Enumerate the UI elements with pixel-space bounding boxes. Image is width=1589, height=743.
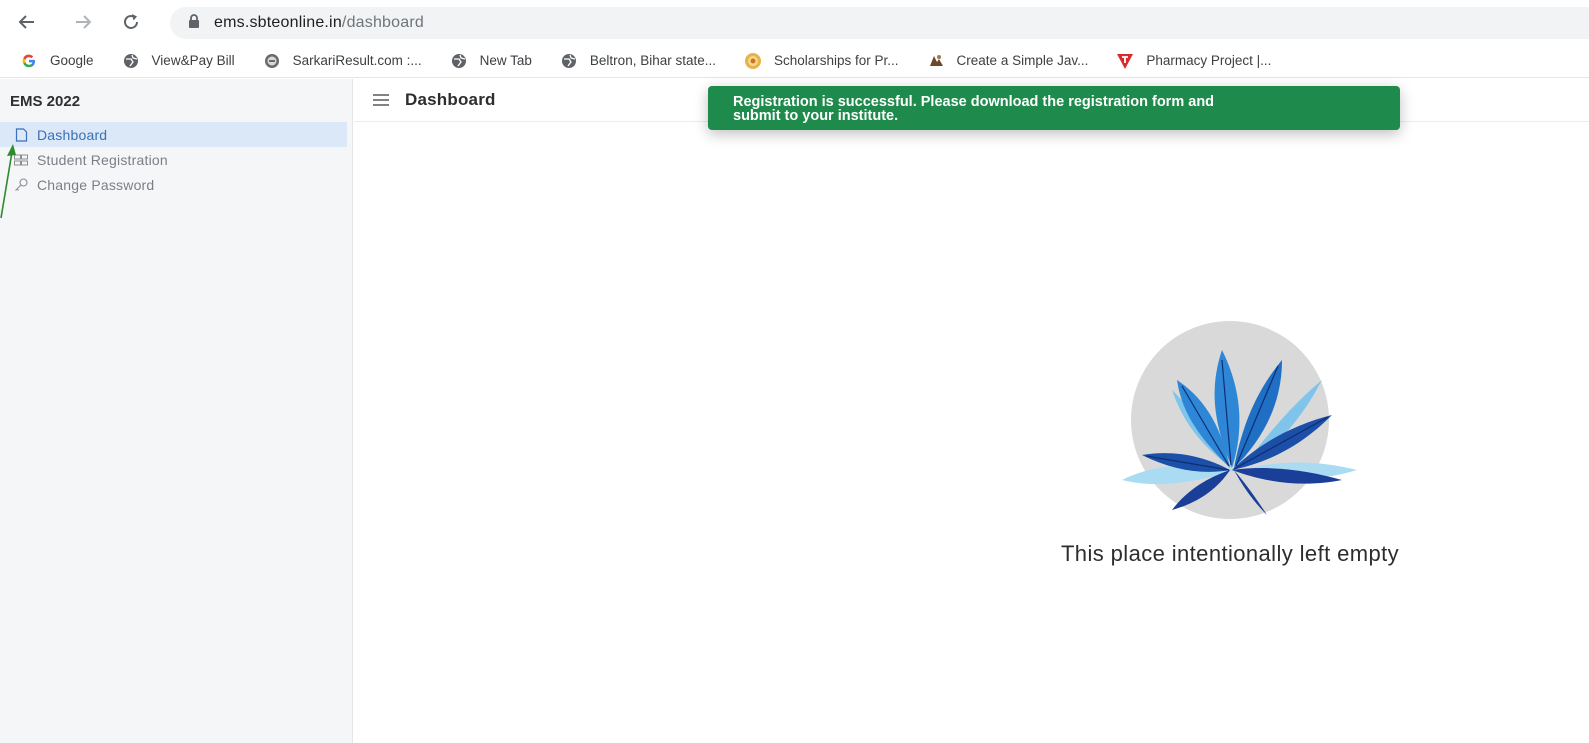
arrow-right-icon bbox=[76, 15, 92, 29]
sidebar-item-change-password[interactable]: Change Password bbox=[0, 172, 347, 197]
sidebar-item-dashboard[interactable]: Dashboard bbox=[0, 122, 347, 147]
lock-icon[interactable] bbox=[188, 13, 200, 33]
bookmark-beltron[interactable]: Beltron, Bihar state... bbox=[560, 52, 716, 70]
bookmark-label: Google bbox=[50, 53, 94, 68]
reload-icon bbox=[124, 14, 138, 29]
url-path: /dashboard bbox=[341, 14, 424, 31]
site-icon bbox=[927, 52, 945, 70]
plant-illustration-icon bbox=[1122, 321, 1357, 519]
bookmark-label: View&Pay Bill bbox=[151, 53, 235, 68]
bookmark-create-simple-java[interactable]: Create a Simple Jav... bbox=[927, 52, 1089, 70]
back-button[interactable] bbox=[9, 4, 45, 40]
sidebar-item-student-registration[interactable]: Student Registration bbox=[0, 147, 347, 172]
award-icon bbox=[744, 52, 762, 70]
bookmark-scholarships[interactable]: Scholarships for Pr... bbox=[744, 52, 899, 70]
sidebar-item-label: Student Registration bbox=[37, 151, 168, 168]
reload-button[interactable] bbox=[113, 4, 149, 40]
sidebar-menu: Dashboard Student Registration Change Pa… bbox=[0, 122, 347, 197]
key-icon bbox=[14, 177, 28, 192]
toast-message-line2: submit to your institute. bbox=[733, 108, 899, 124]
bookmark-sarkariresult[interactable]: SarkariResult.com :... bbox=[263, 52, 422, 70]
globe-icon bbox=[450, 52, 468, 70]
bookmark-viewpay-bill[interactable]: View&Pay Bill bbox=[122, 52, 235, 70]
browser-toolbar: ems.sbteonline.in/dashboard bbox=[0, 0, 1589, 44]
bookmark-pharmacy-project[interactable]: Pharmacy Project |... bbox=[1116, 52, 1271, 70]
bookmark-label: Pharmacy Project |... bbox=[1146, 53, 1272, 68]
toast-message-line1: Registration is successful. Please downl… bbox=[733, 94, 1215, 110]
page-title: Dashboard bbox=[405, 90, 496, 109]
address-bar[interactable]: ems.sbteonline.in/dashboard bbox=[170, 7, 1589, 39]
sidebar-item-label: Dashboard bbox=[37, 126, 108, 143]
registration-icon bbox=[14, 153, 28, 167]
empty-state-message: This place intentionally left empty bbox=[1060, 541, 1400, 566]
bookmarks-bar: Google View&Pay Bill SarkariResult.com :… bbox=[0, 44, 1589, 78]
pharmacy-icon bbox=[1116, 52, 1134, 70]
bookmark-label: SarkariResult.com :... bbox=[292, 53, 422, 68]
globe-icon bbox=[263, 52, 281, 70]
url-host: ems.sbteonline.in bbox=[214, 14, 342, 31]
bookmark-google[interactable]: Google bbox=[20, 52, 94, 70]
globe-icon bbox=[122, 52, 140, 70]
bookmark-label: Scholarships for Pr... bbox=[773, 53, 899, 68]
page-icon bbox=[14, 127, 28, 142]
globe-icon bbox=[560, 52, 578, 70]
sidebar: EMS 2022 Dashboard Student Registration … bbox=[0, 79, 353, 743]
google-icon bbox=[20, 52, 38, 70]
bookmark-label: New Tab bbox=[479, 53, 532, 68]
success-toast: Registration is successful. Please downl… bbox=[708, 86, 1400, 130]
sidebar-item-label: Change Password bbox=[37, 176, 155, 193]
bookmark-label: Beltron, Bihar state... bbox=[589, 53, 716, 68]
hamburger-icon[interactable] bbox=[373, 94, 389, 106]
forward-button[interactable] bbox=[65, 4, 101, 40]
brand-title: EMS 2022 bbox=[10, 93, 81, 110]
arrow-left-icon bbox=[18, 15, 34, 29]
bookmark-label: Create a Simple Jav... bbox=[956, 53, 1089, 68]
bookmark-new-tab[interactable]: New Tab bbox=[450, 52, 532, 70]
